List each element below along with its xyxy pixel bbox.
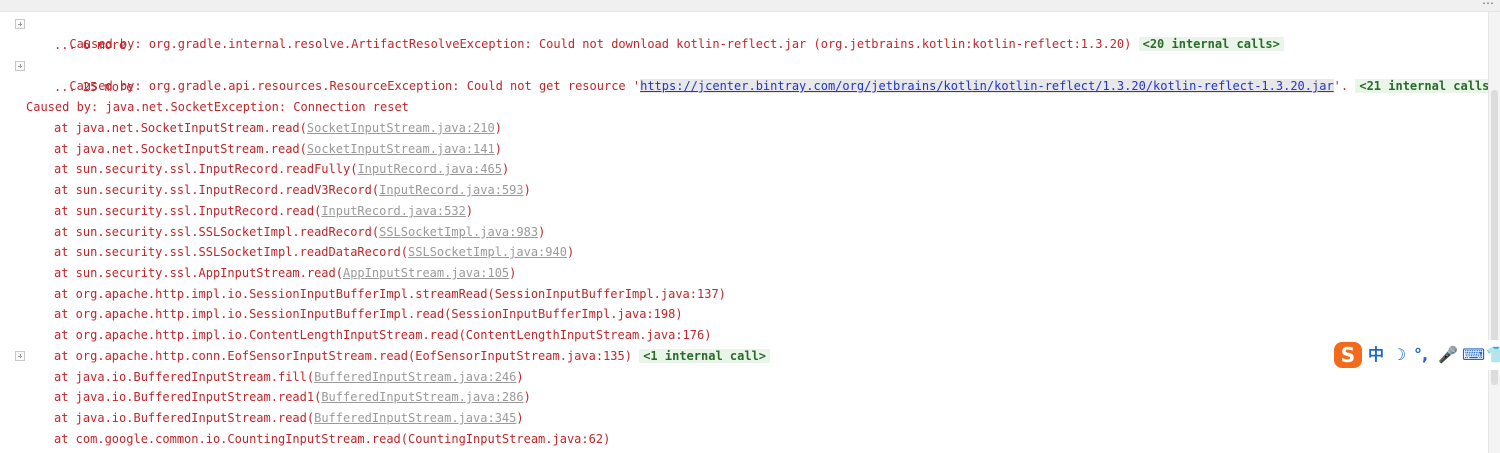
stack-frame: at org.apache.http.conn.EofSensorInputSt… [0, 346, 771, 366]
frame-method: at sun.security.ssl.SSLSocketImpl.readDa… [54, 245, 409, 259]
frame-method: at java.io.BufferedInputStream.fill( [54, 370, 315, 384]
frame-source-link[interactable]: InputRecord.java:532 [321, 204, 466, 218]
console-output: Caused by: org.gradle.internal.resolve.A… [0, 12, 1488, 453]
skin-icon[interactable]: 👕 [1486, 344, 1500, 366]
console-line: ... 25 more [0, 77, 1488, 97]
ime-toolbar: S 中 ☽ °, 🎤 ⌨ 👕 [1330, 340, 1500, 370]
frame-method: at com.google.common.io.CountingInputStr… [54, 432, 611, 446]
frame-method: at org.apache.http.impl.io.ContentLength… [54, 328, 712, 342]
frame-method: at org.apache.http.conn.EofSensorInputSt… [54, 349, 640, 363]
microphone-icon[interactable]: 🎤 [1438, 344, 1458, 366]
chinese-mode-icon[interactable]: 中 [1368, 344, 1384, 366]
expand-fold-icon[interactable] [15, 19, 25, 29]
stack-frame: at java.io.BufferedInputStream.fill(Buff… [54, 370, 524, 384]
frame-source-link[interactable]: SocketInputStream.java:210 [307, 121, 495, 135]
vertical-scrollbar[interactable] [1488, 12, 1500, 453]
frame-method: at java.net.SocketInputStream.read( [54, 121, 307, 135]
stack-frame: at sun.security.ssl.SSLSocketImpl.readDa… [54, 245, 575, 259]
sogou-logo-icon[interactable]: S [1334, 342, 1362, 368]
stack-frame: at java.net.SocketInputStream.read(Socke… [54, 121, 502, 135]
frame-source-link[interactable]: InputRecord.java:593 [379, 183, 524, 197]
frame-source-link[interactable]: AppInputStream.java:105 [343, 266, 509, 280]
stack-frame: at sun.security.ssl.AppInputStream.read(… [54, 266, 517, 280]
frame-source-link[interactable]: BufferedInputStream.java:246 [314, 370, 516, 384]
console-line: Caused by: java.net.SocketException: Con… [0, 97, 1488, 117]
frame-method: at java.io.BufferedInputStream.read( [54, 411, 315, 425]
top-toolbar-strip: ⋯ [0, 0, 1500, 12]
stack-frame: at sun.security.ssl.InputRecord.read(Inp… [54, 204, 474, 218]
expand-fold-icon[interactable] [15, 61, 25, 71]
frame-source-link[interactable]: SSLSocketImpl.java:940 [408, 245, 567, 259]
frame-method: at sun.security.ssl.InputRecord.readFull… [54, 162, 358, 176]
expand-fold-icon[interactable] [15, 351, 25, 361]
internal-calls-badge[interactable]: <1 internal call> [639, 349, 771, 363]
stack-frame: at sun.security.ssl.InputRecord.readFull… [54, 162, 510, 176]
stack-frame: at org.apache.http.impl.io.SessionInputB… [0, 304, 683, 324]
moon-icon[interactable]: ☽ [1392, 344, 1406, 366]
more-options-icon[interactable]: ⋯ [1482, 0, 1494, 10]
stack-frame: at sun.security.ssl.SSLSocketImpl.readRe… [54, 225, 546, 239]
frame-method: at java.io.BufferedInputStream.read1( [54, 390, 322, 404]
stack-frame: at java.io.BufferedInputStream.read1(Buf… [54, 390, 531, 404]
more-frames-text: ... 25 more [54, 80, 134, 94]
more-frames-text: ... 6 more [54, 38, 127, 52]
frame-source-link[interactable]: InputRecord.java:465 [357, 162, 502, 176]
frame-method: at sun.security.ssl.SSLSocketImpl.readRe… [54, 225, 380, 239]
keyboard-icon[interactable]: ⌨ [1462, 344, 1485, 366]
frame-method: at org.apache.http.impl.io.SessionInputB… [54, 287, 726, 301]
frame-method: at sun.security.ssl.InputRecord.read( [54, 204, 322, 218]
punctuation-icon[interactable]: °, [1414, 344, 1428, 366]
stack-frame: at org.apache.http.impl.io.SessionInputB… [0, 284, 726, 304]
frame-source-link[interactable]: BufferedInputStream.java:345 [314, 411, 516, 425]
stack-frame: at java.net.SocketInputStream.read(Socke… [54, 142, 502, 156]
stack-frame: at com.google.common.io.CountingInputStr… [0, 429, 610, 449]
stack-frame: at java.io.BufferedInputStream.read(Buff… [54, 411, 524, 425]
console-line: Caused by: org.gradle.internal.resolve.A… [0, 14, 1488, 51]
stack-frame: at org.apache.http.impl.io.ContentLength… [0, 325, 711, 345]
stack-frame: at sun.security.ssl.InputRecord.readV3Re… [54, 183, 531, 197]
frame-source-link[interactable]: BufferedInputStream.java:286 [321, 390, 523, 404]
frame-source-link[interactable]: SocketInputStream.java:141 [307, 142, 495, 156]
frame-method: at org.apache.http.impl.io.SessionInputB… [54, 307, 683, 321]
frame-method: at sun.security.ssl.InputRecord.readV3Re… [54, 183, 380, 197]
console-line: Caused by: org.gradle.api.resources.Reso… [0, 56, 1488, 93]
caused-by-text: Caused by: java.net.SocketException: Con… [26, 100, 409, 114]
frame-method: at java.net.SocketInputStream.read( [54, 142, 307, 156]
frame-method: at sun.security.ssl.AppInputStream.read( [54, 266, 343, 280]
console-line: ... 6 more [0, 35, 1488, 55]
frame-source-link[interactable]: SSLSocketImpl.java:983 [379, 225, 538, 239]
